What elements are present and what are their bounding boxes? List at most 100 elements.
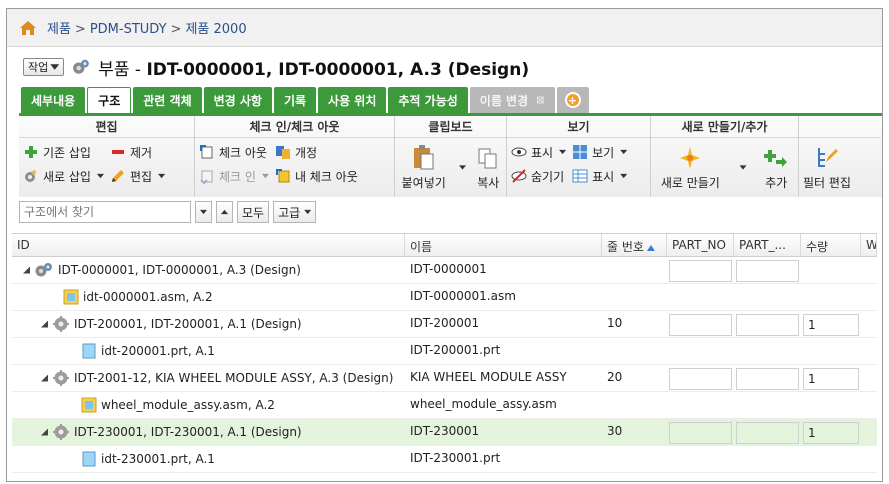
breadcrumb-bar: 제품 > PDM-STUDY > 제품 2000 bbox=[7, 9, 882, 47]
row-id-label[interactable]: IDT-0000001, IDT-0000001, A.3 (Design) bbox=[58, 263, 301, 277]
column-header-part-2[interactable]: PART_... bbox=[734, 234, 801, 256]
my-checkouts-icon bbox=[275, 169, 290, 183]
tab-details[interactable]: 세부내용 bbox=[21, 87, 86, 113]
row-id-label[interactable]: IDT-200001, IDT-200001, A.1 (Design) bbox=[74, 317, 302, 331]
cell-name: IDT-200001.prt bbox=[410, 343, 501, 357]
table-row[interactable]: IDT-0000001, IDT-0000001, A.3 (Design) ID… bbox=[12, 257, 877, 284]
part-no-field[interactable] bbox=[669, 314, 732, 336]
part-no-field[interactable] bbox=[669, 422, 732, 444]
my-checkouts-button[interactable]: 내 체크 아웃 bbox=[275, 166, 358, 186]
find-next-button[interactable] bbox=[195, 201, 212, 223]
expand-toggle-icon[interactable] bbox=[41, 428, 48, 436]
add-tab-button[interactable]: + bbox=[556, 87, 589, 113]
add-button[interactable]: 추가 bbox=[764, 142, 788, 193]
quantity-field[interactable]: 1 bbox=[803, 314, 859, 336]
remove-button[interactable]: 제거 bbox=[110, 142, 165, 162]
add-icon: + bbox=[564, 92, 581, 108]
column-header-part-no[interactable]: PART_NO bbox=[667, 234, 734, 256]
title-bar: 작업 부품 - IDT-0000001, IDT-0000001, A.3 (D… bbox=[7, 47, 882, 87]
prt-file-icon bbox=[81, 343, 97, 359]
revise-button[interactable]: 개정 bbox=[275, 142, 358, 162]
table-header: ID 이름 줄 번호 PART_NO PART_... 수량 W bbox=[12, 233, 877, 257]
part-no-field[interactable] bbox=[669, 260, 732, 282]
cell-id: idt-200001.prt, A.1 bbox=[12, 338, 405, 364]
actions-menu-button[interactable]: 작업 bbox=[23, 58, 65, 76]
tab-traceability[interactable]: 추적 가능성 bbox=[388, 87, 468, 113]
close-icon[interactable]: ⊠ bbox=[536, 95, 544, 106]
plus-icon bbox=[25, 146, 37, 158]
table-row[interactable]: idt-200001.prt, A.1 IDT-200001.prt bbox=[12, 338, 877, 365]
edit-button[interactable]: 편집 bbox=[110, 166, 166, 186]
table-row[interactable]: IDT-2001-12, KIA WHEEL MODULE ASSY, A.3 … bbox=[12, 365, 877, 392]
part-2-field[interactable] bbox=[736, 368, 799, 390]
row-id-label[interactable]: idt-0000001.asm, A.2 bbox=[83, 290, 213, 304]
column-header-id[interactable]: ID bbox=[12, 234, 405, 256]
row-id-label[interactable]: wheel_module_assy.asm, A.2 bbox=[101, 398, 275, 412]
ribbon-group-edit: 편집 기존 삽입 새로 삽입 제거 편집 bbox=[19, 116, 195, 197]
cell-part-no bbox=[667, 284, 734, 310]
column-header-w[interactable]: W bbox=[861, 234, 877, 256]
quantity-field[interactable]: 1 bbox=[803, 368, 859, 390]
row-id-label[interactable]: idt-200001.prt, A.1 bbox=[101, 344, 215, 358]
part-no-field[interactable] bbox=[669, 368, 732, 390]
cell-part-no bbox=[667, 257, 734, 283]
tab-where-used[interactable]: 사용 위치 bbox=[318, 87, 387, 113]
tab-rename[interactable]: 이름 변경 ⊠ bbox=[469, 87, 555, 113]
table-row[interactable]: IDT-200001, IDT-200001, A.1 (Design) IDT-… bbox=[12, 311, 877, 338]
cell-line-number bbox=[602, 446, 667, 472]
view-button[interactable]: 보기 bbox=[572, 142, 628, 162]
hide-button[interactable]: 숨기기 bbox=[511, 166, 566, 186]
find-in-structure-input[interactable] bbox=[19, 201, 191, 223]
expand-toggle-icon[interactable] bbox=[41, 320, 48, 328]
breadcrumb-item[interactable]: 제품 2000 bbox=[185, 22, 246, 37]
cell-quantity: 1 bbox=[801, 311, 861, 337]
table-row[interactable]: wheel_module_assy.asm, A.2 wheel_module_a… bbox=[12, 392, 877, 419]
insert-existing-button[interactable]: 기존 삽입 bbox=[23, 142, 104, 162]
cell-name: IDT-0000001.asm bbox=[410, 289, 516, 303]
show-button[interactable]: 표시 bbox=[511, 142, 567, 162]
cell-part-2 bbox=[734, 419, 801, 445]
cell-w bbox=[861, 446, 877, 472]
expand-toggle-icon[interactable] bbox=[23, 266, 30, 274]
chevron-down-icon[interactable] bbox=[739, 165, 747, 170]
tab-history[interactable]: 기록 bbox=[273, 87, 317, 113]
display-button[interactable]: 표시 bbox=[572, 166, 628, 186]
tab-changes[interactable]: 변경 사항 bbox=[203, 87, 272, 113]
chevron-down-icon[interactable] bbox=[459, 165, 467, 170]
tab-related-objects[interactable]: 관련 객체 bbox=[133, 87, 202, 113]
copy-button[interactable]: 복사 bbox=[477, 142, 499, 193]
insert-new-button[interactable]: 새로 삽입 bbox=[23, 166, 104, 186]
row-id-label[interactable]: IDT-2001-12, KIA WHEEL MODULE ASSY, A.3 … bbox=[74, 371, 393, 385]
part-2-field[interactable] bbox=[736, 314, 799, 336]
row-id-label[interactable]: IDT-230001, IDT-230001, A.1 (Design) bbox=[74, 425, 302, 439]
chevron-down-icon bbox=[620, 173, 628, 179]
sparkle-icon bbox=[680, 147, 701, 169]
part-2-field[interactable] bbox=[736, 422, 799, 444]
chevron-down-icon bbox=[559, 149, 567, 155]
home-icon[interactable] bbox=[19, 20, 37, 36]
expand-toggle-icon[interactable] bbox=[41, 374, 48, 382]
table-row[interactable]: idt-0000001.asm, A.2 IDT-0000001.asm bbox=[12, 284, 877, 311]
column-header-line-number[interactable]: 줄 번호 bbox=[602, 234, 667, 256]
find-all-button[interactable]: 모두 bbox=[237, 201, 270, 223]
checkin-button[interactable]: 체크 인 bbox=[199, 166, 269, 186]
filter-edit-button[interactable]: 필터 편집 bbox=[803, 142, 851, 193]
breadcrumb-item[interactable]: 제품 bbox=[47, 22, 71, 37]
asm-file-icon bbox=[81, 397, 97, 413]
cell-part-2 bbox=[734, 392, 801, 418]
create-new-button[interactable]: 새로 만들기 bbox=[661, 142, 720, 193]
column-header-name[interactable]: 이름 bbox=[405, 234, 602, 256]
find-previous-button[interactable] bbox=[216, 201, 233, 223]
table-row[interactable]: IDT-230001, IDT-230001, A.1 (Design) IDT-… bbox=[12, 419, 877, 446]
tab-structure[interactable]: 구조 bbox=[87, 87, 132, 113]
checkout-button[interactable]: 체크 아웃 bbox=[199, 142, 269, 162]
part-2-field[interactable] bbox=[736, 260, 799, 282]
cell-w bbox=[861, 311, 877, 337]
paste-button[interactable]: 붙여넣기 bbox=[402, 142, 446, 193]
column-header-quantity[interactable]: 수량 bbox=[801, 234, 861, 256]
breadcrumb-item[interactable]: PDM-STUDY bbox=[90, 22, 167, 37]
table-row[interactable]: idt-230001.prt, A.1 IDT-230001.prt bbox=[12, 446, 877, 473]
advanced-search-button[interactable]: 고급 bbox=[273, 201, 317, 223]
quantity-field[interactable]: 1 bbox=[803, 422, 859, 444]
row-id-label[interactable]: idt-230001.prt, A.1 bbox=[101, 452, 215, 466]
